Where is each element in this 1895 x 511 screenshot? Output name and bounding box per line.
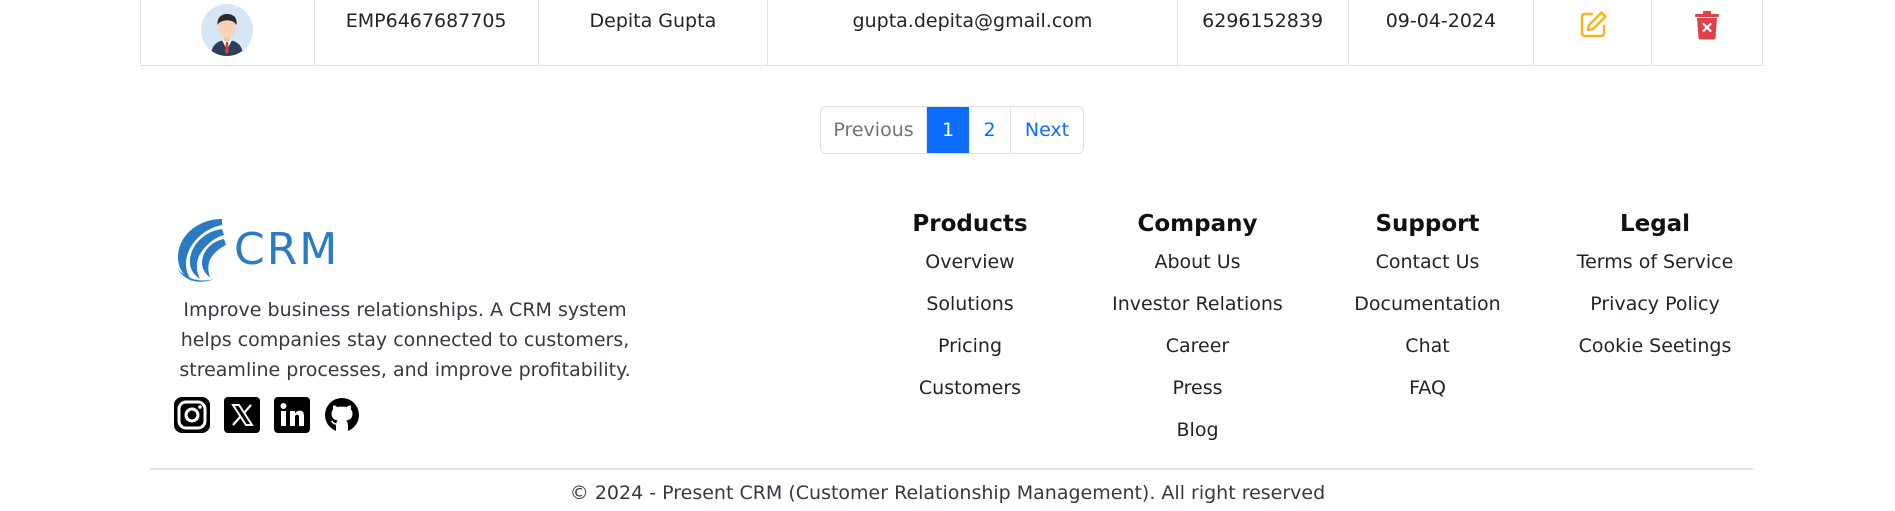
brand-description: Improve business relationships. A CRM sy…	[179, 299, 631, 381]
footer-link-pricing[interactable]: Pricing	[900, 325, 1040, 367]
footer-column-products: Products Overview Solutions Pricing Cust…	[900, 207, 1040, 409]
social-links	[174, 397, 640, 433]
footer-link-contact-us[interactable]: Contact Us	[1350, 241, 1505, 283]
page-1-button[interactable]: 1	[927, 107, 969, 153]
github-link[interactable]	[324, 397, 360, 433]
employee-name-cell: Depita Gupta	[539, 0, 769, 65]
crm-logo[interactable]: CRM	[170, 213, 640, 285]
instagram-icon	[174, 397, 210, 433]
footer-link-solutions[interactable]: Solutions	[900, 283, 1040, 325]
linkedin-link[interactable]	[274, 397, 310, 433]
logo-text: CRM	[234, 223, 340, 275]
delete-icon	[1695, 11, 1720, 40]
previous-page-button[interactable]: Previous	[821, 107, 927, 153]
page-2-button[interactable]: 2	[969, 107, 1011, 153]
copyright-text: © 2024 - Present CRM (Customer Relations…	[569, 482, 1326, 504]
footer-link-documentation[interactable]: Documentation	[1350, 283, 1505, 325]
delete-button[interactable]	[1690, 8, 1724, 42]
footer-link-overview[interactable]: Overview	[900, 241, 1040, 283]
edit-cell	[1534, 0, 1653, 65]
user-avatar-icon	[201, 4, 254, 56]
footer-link-faq[interactable]: FAQ	[1350, 367, 1505, 409]
linkedin-icon	[274, 397, 310, 433]
footer-link-about-us[interactable]: About Us	[1110, 241, 1285, 283]
employee-id-cell: EMP6467687705	[315, 0, 539, 65]
edit-button[interactable]	[1576, 8, 1610, 42]
footer-column-company: Company About Us Investor Relations Care…	[1110, 207, 1285, 451]
products-heading: Products	[912, 211, 1028, 237]
footer-link-privacy-policy[interactable]: Privacy Policy	[1570, 283, 1740, 325]
company-heading: Company	[1137, 211, 1258, 237]
x-twitter-icon	[224, 397, 260, 433]
github-icon	[325, 398, 359, 432]
footer-column-support: Support Contact Us Documentation Chat FA…	[1350, 207, 1505, 409]
next-page-button[interactable]: Next	[1011, 107, 1083, 153]
edit-icon	[1580, 11, 1607, 38]
footer-link-press[interactable]: Press	[1110, 367, 1285, 409]
delete-cell	[1652, 0, 1762, 65]
crm-logo-icon	[177, 219, 226, 282]
footer-link-terms-of-service[interactable]: Terms of Service	[1570, 241, 1740, 283]
employee-email-cell: gupta.depita@gmail.com	[768, 0, 1178, 65]
support-heading: Support	[1375, 211, 1480, 237]
pagination: Previous 1 2 Next	[820, 106, 1084, 154]
instagram-link[interactable]	[174, 397, 210, 433]
footer-link-customers[interactable]: Customers	[900, 367, 1040, 409]
footer-divider	[150, 468, 1753, 470]
employee-phone-cell: 6296152839	[1178, 0, 1349, 65]
footer-link-chat[interactable]: Chat	[1350, 325, 1505, 367]
table-row: EMP6467687705 Depita Gupta gupta.depita@…	[140, 0, 1763, 66]
legal-heading: Legal	[1619, 211, 1691, 237]
footer-column-legal: Legal Terms of Service Privacy Policy Co…	[1570, 207, 1740, 367]
avatar-cell	[141, 0, 315, 65]
employee-date-cell: 09-04-2024	[1349, 0, 1535, 65]
footer-brand: CRM Improve business relationships. A CR…	[170, 213, 640, 433]
x-twitter-link[interactable]	[224, 397, 260, 433]
footer-link-career[interactable]: Career	[1110, 325, 1285, 367]
footer-link-investor-relations[interactable]: Investor Relations	[1110, 283, 1285, 325]
footer-link-cookie-settings[interactable]: Cookie Seetings	[1570, 325, 1740, 367]
footer-link-blog[interactable]: Blog	[1110, 409, 1285, 451]
